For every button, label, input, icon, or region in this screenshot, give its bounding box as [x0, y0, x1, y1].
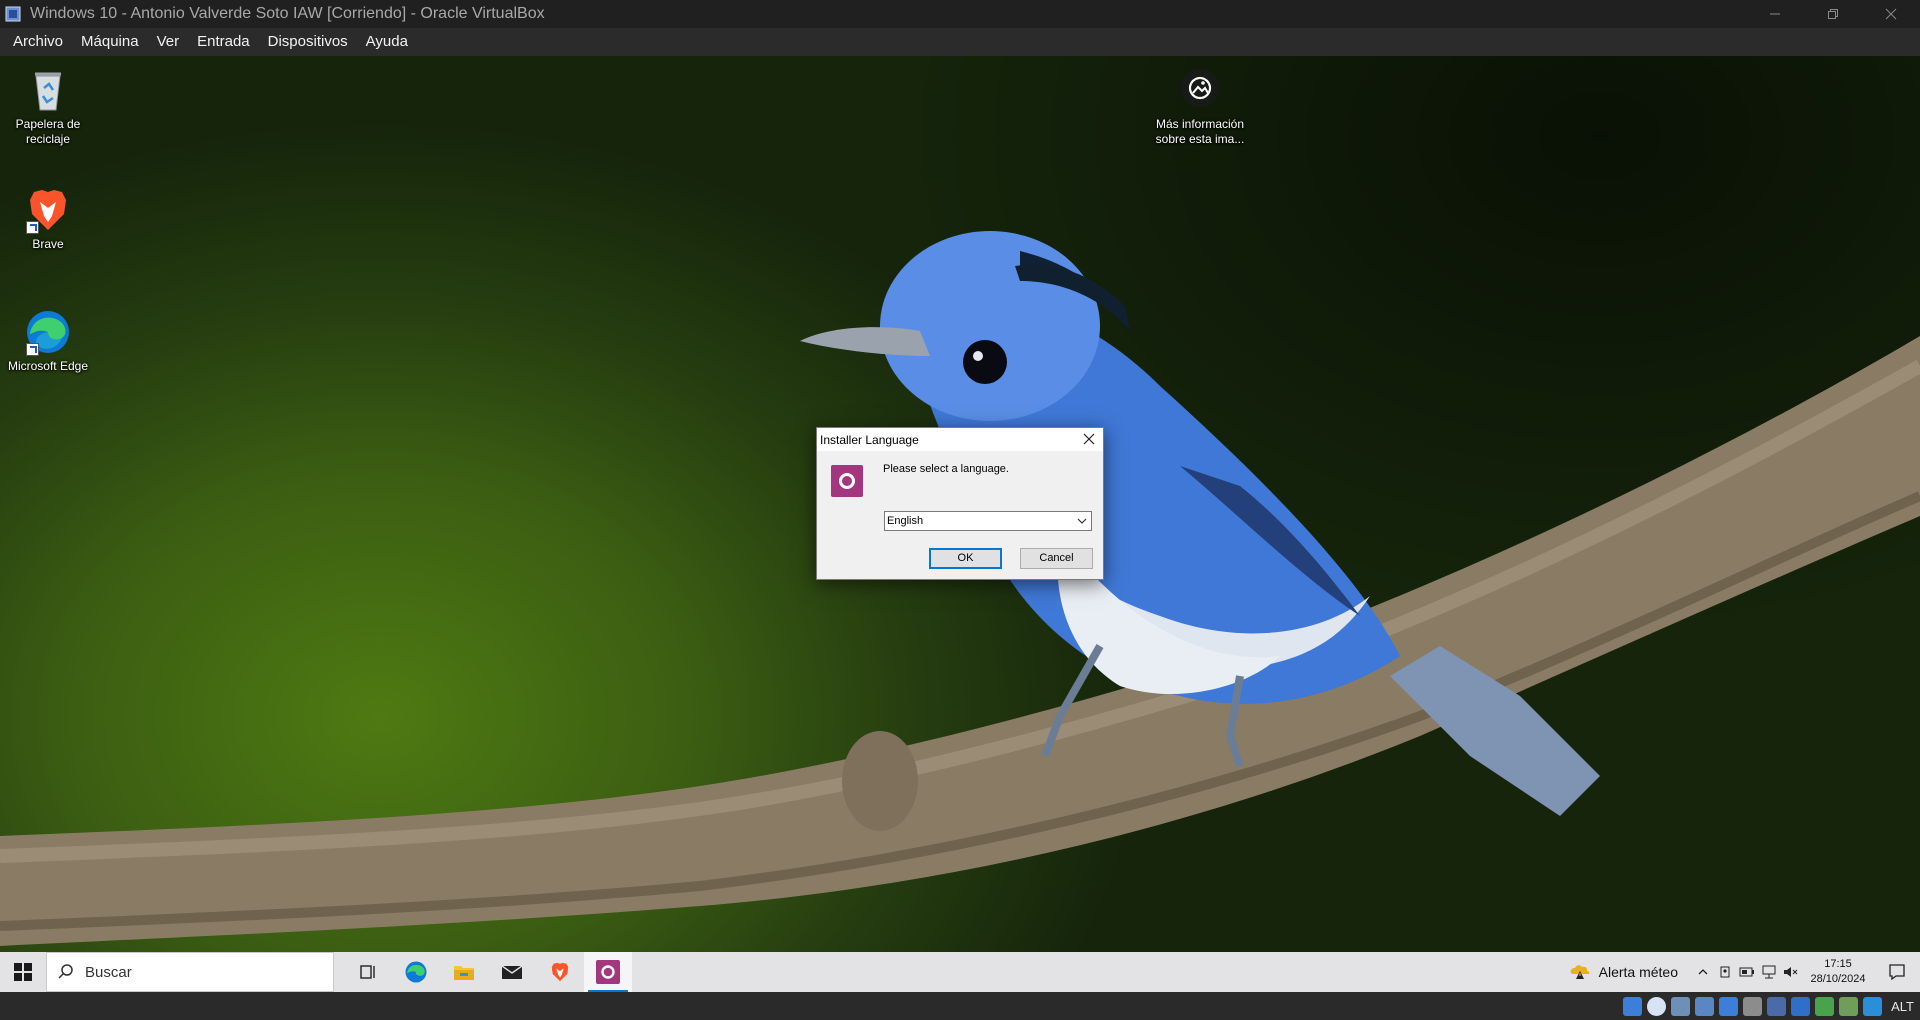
system-tray: Alerta méteo 17:15 28/10/2024: [1569, 952, 1920, 992]
taskbar-installer[interactable]: [584, 952, 632, 992]
dialog-title: Installer Language: [820, 432, 919, 447]
display-icon[interactable]: [1767, 996, 1787, 1016]
search-box[interactable]: Buscar: [46, 952, 334, 992]
dialog-title-bar: Installer Language: [817, 428, 1103, 451]
menu-maquina[interactable]: Máquina: [72, 28, 148, 56]
close-icon: [1083, 433, 1095, 445]
network-icon: [1762, 965, 1776, 979]
network-adapter-icon[interactable]: [1695, 996, 1715, 1016]
close-button[interactable]: [1862, 0, 1920, 28]
brave-icon: [551, 962, 569, 982]
task-view-button[interactable]: [344, 952, 392, 992]
edge-icon: [405, 961, 427, 983]
taskbar-brave[interactable]: [536, 952, 584, 992]
title-bar: Windows 10 - Antonio Valverde Soto IAW […: [0, 0, 1920, 28]
window-title: Windows 10 - Antonio Valverde Soto IAW […: [30, 5, 545, 22]
desktop-icon-edge[interactable]: Microsoft Edge: [0, 308, 96, 374]
mail-icon: [501, 965, 523, 979]
tray-network[interactable]: [1758, 952, 1780, 992]
weather-text: Alerta méteo: [1598, 964, 1678, 980]
chevron-up-icon: [1698, 969, 1708, 975]
hard-disk-icon[interactable]: [1623, 996, 1643, 1016]
virtualbox-status-bar: ALT: [0, 992, 1920, 1020]
recycle-bin-icon: [24, 66, 72, 114]
shortcut-arrow-icon: [26, 221, 39, 234]
search-icon: [58, 964, 73, 979]
virtualbox-app-icon: [4, 4, 24, 24]
chevron-down-icon: [1077, 518, 1087, 524]
minimize-button[interactable]: [1746, 0, 1804, 28]
virtualization-icon[interactable]: [1815, 996, 1835, 1016]
clock-date: 28/10/2024: [1810, 973, 1866, 985]
task-view-icon: [360, 965, 375, 979]
weather-alert-icon: [1570, 965, 1590, 979]
tray-battery[interactable]: [1736, 952, 1758, 992]
dialog-prompt: Please select a language.: [883, 463, 1009, 475]
notification-icon: [1889, 964, 1905, 981]
menu-archivo[interactable]: Archivo: [4, 28, 72, 56]
start-button[interactable]: [0, 952, 46, 992]
shared-folders-icon[interactable]: [1743, 996, 1763, 1016]
shortcut-arrow-icon: [26, 343, 39, 356]
search-placeholder: Buscar: [85, 963, 132, 981]
desktop-icon-brave[interactable]: Brave: [0, 186, 96, 252]
taskbar: Buscar Alerta méteo 17:15 28/10/2024: [0, 952, 1920, 992]
menu-dispositivos[interactable]: Dispositivos: [259, 28, 357, 56]
minimize-icon: [1770, 13, 1780, 15]
keyboard-capture-icon[interactable]: [1863, 996, 1883, 1016]
installer-icon: [596, 960, 620, 984]
dialog-body: Please select a language. English OK Can…: [817, 451, 1103, 579]
desktop-icon-recycle-bin[interactable]: Papelera de reciclaje: [0, 66, 96, 147]
cancel-button[interactable]: Cancel: [1020, 548, 1093, 569]
volume-muted-icon: [1784, 967, 1798, 977]
edge-icon: [24, 308, 72, 356]
window-controls: [1746, 0, 1920, 28]
windows-logo-icon: [14, 963, 32, 981]
audio-icon[interactable]: [1671, 996, 1691, 1016]
menu-entrada[interactable]: Entrada: [188, 28, 259, 56]
usb-icon[interactable]: [1719, 996, 1739, 1016]
battery-icon: [1739, 967, 1754, 977]
menu-bar: Archivo Máquina Ver Entrada Dispositivos…: [0, 28, 1920, 56]
camera-info-icon: [1176, 66, 1224, 114]
virtualbox-window: Windows 10 - Antonio Valverde Soto IAW […: [0, 0, 1920, 1020]
menu-ayuda[interactable]: Ayuda: [357, 28, 417, 56]
taskbar-file-explorer[interactable]: [440, 952, 488, 992]
clock-time: 17:15: [1824, 958, 1852, 970]
optical-drive-icon[interactable]: [1647, 996, 1667, 1016]
tray-volume[interactable]: [1780, 952, 1802, 992]
taskbar-edge[interactable]: [392, 952, 440, 992]
language-select[interactable]: English: [884, 511, 1092, 531]
installer-logo-icon: [831, 465, 863, 497]
weather-widget[interactable]: Alerta méteo: [1569, 962, 1678, 982]
host-key-label: ALT: [1891, 998, 1914, 1014]
dialog-close-button[interactable]: [1081, 431, 1097, 447]
language-select-value: English: [887, 515, 924, 527]
show-hidden-icons-button[interactable]: [1692, 952, 1714, 992]
ok-button[interactable]: OK: [929, 548, 1002, 569]
video-capture-icon[interactable]: [1791, 996, 1811, 1016]
tray-meet-now[interactable]: [1714, 952, 1736, 992]
status-icons: ALT: [1623, 992, 1920, 1020]
brave-icon: [24, 186, 72, 234]
installer-language-dialog: Installer Language Please select a langu…: [816, 427, 1104, 580]
menu-ver[interactable]: Ver: [148, 28, 189, 56]
notification-center-button[interactable]: [1874, 952, 1920, 992]
mouse-integration-icon[interactable]: [1839, 996, 1859, 1016]
close-icon: [1885, 8, 1897, 20]
restore-button[interactable]: [1804, 0, 1862, 28]
desktop-icon-image-info[interactable]: Más información sobre esta ima...: [1152, 66, 1248, 147]
taskbar-mail[interactable]: [488, 952, 536, 992]
file-explorer-icon: [454, 966, 474, 980]
device-icon: [1720, 966, 1730, 978]
restore-icon: [1828, 9, 1838, 19]
clock[interactable]: 17:15 28/10/2024: [1802, 957, 1874, 987]
